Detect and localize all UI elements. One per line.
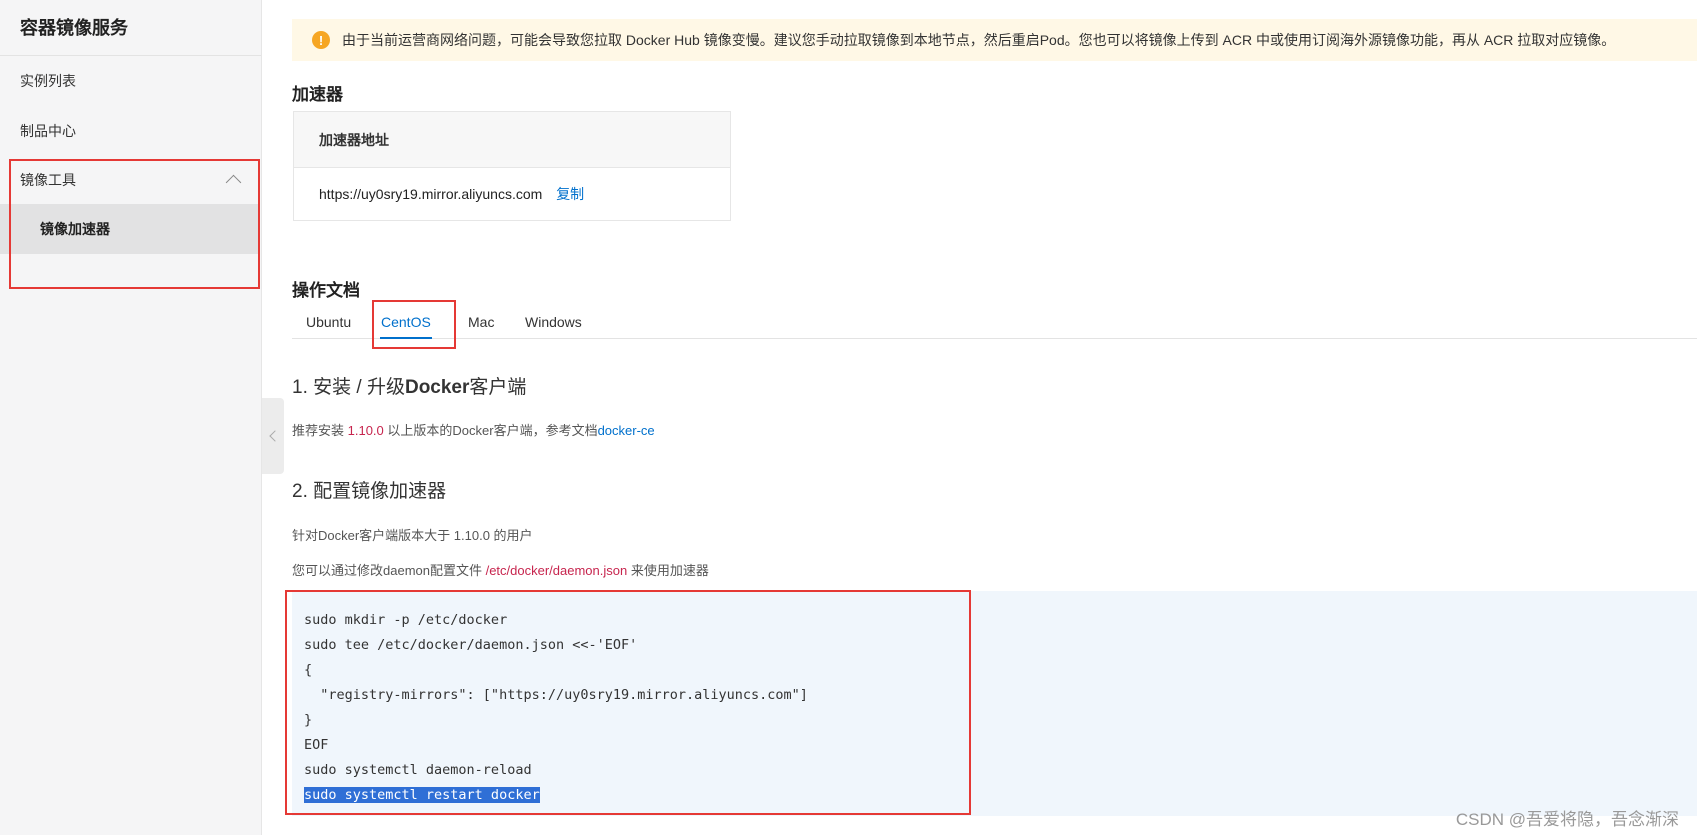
p3-before: 您可以通过修改daemon配置文件	[292, 563, 486, 578]
version-text: 1.10.0	[347, 423, 384, 438]
accelerator-table: 加速器地址 https://uy0sry19.mirror.aliyuncs.c…	[293, 111, 731, 221]
sidebar-group-label: 镜像工具	[20, 172, 76, 188]
notice-banner: ! 由于当前运营商网络问题，可能会导致您拉取 Docker Hub 镜像变慢。建…	[292, 19, 1697, 61]
watermark: CSDN @吾爱将隐，吾念渐深	[1455, 810, 1679, 829]
sidebar-group-image-tools: 镜像工具 镜像加速器	[0, 156, 261, 254]
accelerator-column-header: 加速器地址	[294, 112, 730, 168]
tab-centos[interactable]: CentOS	[380, 305, 432, 339]
p1-before: 推荐安装	[292, 423, 348, 438]
sidebar-title: 容器镜像服务	[0, 0, 261, 56]
step2-heading: 2. 配置镜像加速器	[292, 481, 447, 502]
code-block[interactable]: sudo mkdir -p /etc/docker sudo tee /etc/…	[292, 591, 1697, 816]
tab-mac[interactable]: Mac	[468, 305, 494, 339]
chevron-up-icon[interactable]	[225, 174, 242, 191]
code-line: EOF	[304, 737, 329, 753]
accelerator-heading: 加速器	[292, 85, 343, 104]
step1-suffix: 客户端	[469, 377, 527, 398]
docs-heading: 操作文档	[292, 281, 360, 300]
step2-description: 针对Docker客户端版本大于 1.10.0 的用户	[292, 528, 533, 543]
tab-ubuntu[interactable]: Ubuntu	[306, 305, 351, 339]
main-content: ! 由于当前运营商网络问题，可能会导致您拉取 Docker Hub 镜像变慢。建…	[285, 0, 1697, 835]
step2-config-description: 您可以通过修改daemon配置文件 /etc/docker/daemon.jso…	[292, 560, 709, 579]
p3-after: 来使用加速器	[627, 563, 709, 578]
sidebar-item-mirror-accelerator[interactable]: 镜像加速器	[0, 204, 258, 254]
sidebar: 容器镜像服务 实例列表 制品中心 镜像工具 镜像加速器	[0, 0, 262, 835]
step1-prefix: 1. 安装 / 升级	[292, 377, 405, 398]
step1-heading: 1. 安装 / 升级Docker客户端	[292, 372, 526, 399]
code-line: sudo tee /etc/docker/daemon.json <<-'EOF…	[304, 637, 638, 653]
code-line: sudo systemctl daemon-reload	[304, 762, 532, 778]
sidebar-collapse-button[interactable]	[262, 398, 284, 474]
code-line: {	[304, 662, 313, 678]
config-path: /etc/docker/daemon.json	[485, 563, 628, 578]
notice-text: 由于当前运营商网络问题，可能会导致您拉取 Docker Hub 镜像变慢。建议您…	[342, 32, 1616, 48]
p1-middle: 以上版本的Docker客户端，参考文档	[383, 423, 598, 438]
accelerator-address: https://uy0sry19.mirror.aliyuncs.com	[319, 186, 543, 202]
sidebar-group-header[interactable]: 镜像工具	[0, 156, 261, 204]
sidebar-item-artifacts[interactable]: 制品中心	[0, 106, 261, 156]
copy-link[interactable]: 复制	[556, 186, 584, 202]
os-tabs: Ubuntu CentOS Mac Windows	[292, 305, 1697, 339]
chevron-left-icon	[268, 430, 281, 442]
tab-windows[interactable]: Windows	[525, 305, 582, 339]
warning-icon: !	[312, 31, 330, 49]
code-line: sudo mkdir -p /etc/docker	[304, 612, 508, 628]
docker-ce-link[interactable]: docker-ce	[598, 423, 655, 438]
code-line: }	[304, 712, 313, 728]
step1-bold: Docker	[404, 377, 470, 398]
step1-description: 推荐安装 1.10.0 以上版本的Docker客户端，参考文档docker-ce	[292, 420, 655, 439]
selected-text: sudo systemctl restart docker	[304, 787, 540, 803]
code-line: "registry-mirrors": ["https://uy0sry19.m…	[304, 687, 808, 703]
accelerator-row: https://uy0sry19.mirror.aliyuncs.com 复制	[294, 168, 730, 221]
sidebar-item-instances[interactable]: 实例列表	[0, 56, 261, 106]
